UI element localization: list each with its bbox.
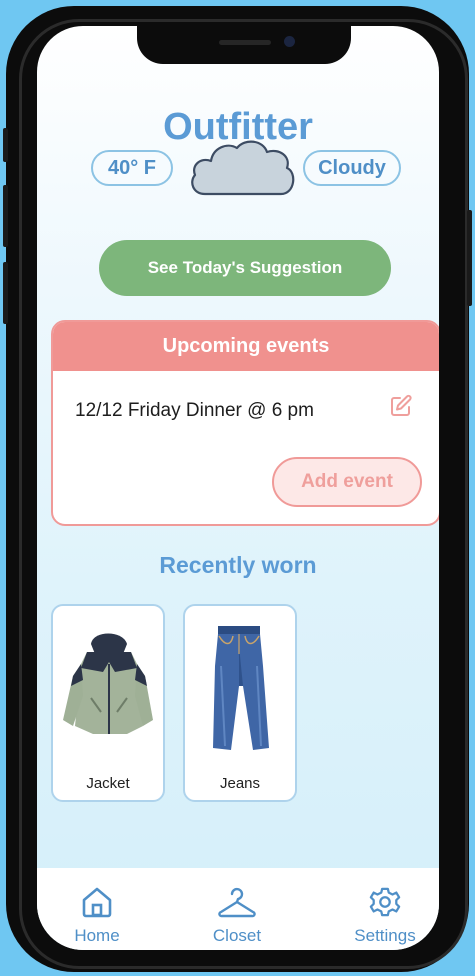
events-header: Upcoming events: [53, 322, 439, 371]
side-button-volume-up: [3, 185, 8, 247]
jacket-image: [63, 633, 153, 734]
tab-label: Closet: [212, 926, 262, 945]
recently-worn-title: Recently worn: [159, 552, 317, 578]
side-button-power: [467, 210, 472, 306]
side-button-silent: [3, 128, 8, 162]
home-icon: [82, 887, 112, 918]
tab-home[interactable]: Home: [42, 886, 152, 946]
hanger-icon: [218, 887, 256, 918]
event-item[interactable]: 12/12 Friday Dinner @ 6 pm: [75, 400, 314, 422]
temperature-badge: 40° F: [91, 150, 173, 186]
tab-label: Home: [74, 926, 120, 945]
front-camera: [284, 36, 295, 47]
tab-settings[interactable]: Settings: [330, 886, 439, 946]
clothing-card-jeans[interactable]: Jeans: [183, 604, 297, 802]
jeans-image: [213, 626, 269, 750]
clothing-label: Jeans: [219, 775, 261, 792]
tab-label: Settings: [354, 926, 416, 945]
gear-icon: [369, 887, 401, 917]
see-suggestion-button[interactable]: See Today's Suggestion: [99, 240, 391, 296]
add-event-button[interactable]: Add event: [272, 457, 422, 507]
notch: [137, 26, 351, 64]
upcoming-events-card: Upcoming events 12/12 Friday Dinner @ 6 …: [51, 320, 439, 526]
condition-badge: Cloudy: [303, 150, 401, 186]
speaker: [219, 40, 271, 45]
clothing-card-jacket[interactable]: Jacket: [51, 604, 165, 802]
bottom-tab-bar: Home Closet Settings: [37, 868, 439, 950]
tab-closet[interactable]: Closet: [182, 886, 292, 946]
side-button-volume-down: [3, 262, 8, 324]
edit-icon[interactable]: [389, 394, 413, 418]
cloud-icon: [191, 140, 295, 196]
clothing-label: Jacket: [86, 775, 130, 792]
app-screen: Outfitter 40° F Cloudy See Today's Sugge…: [37, 26, 439, 950]
